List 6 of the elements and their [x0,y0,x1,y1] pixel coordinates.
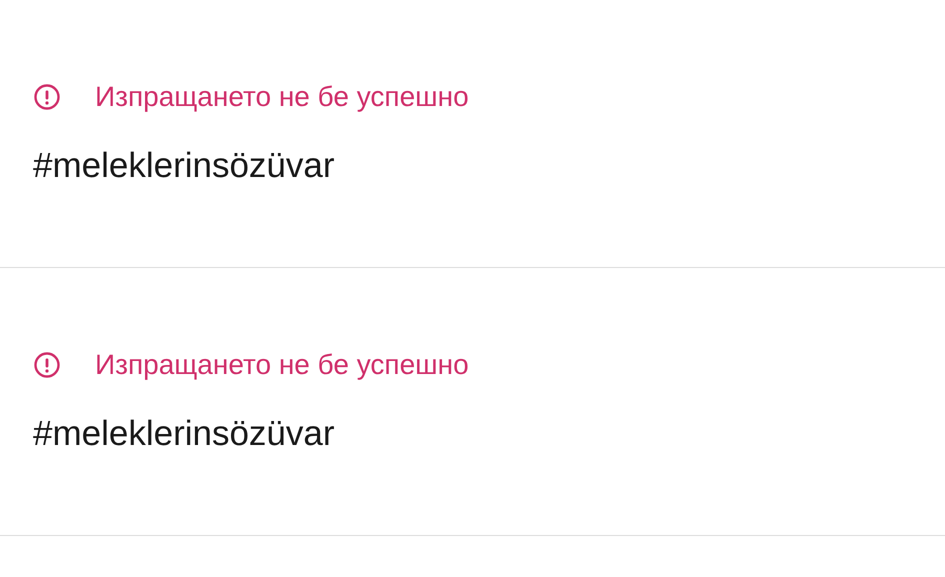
error-message: Изпращането не бе успешно [95,348,469,382]
message-text: #meleklerinsözüvar [33,145,335,187]
message-text: #meleklerinsözüvar [33,413,335,455]
error-icon [33,351,61,379]
error-icon [33,83,61,111]
error-message: Изпращането не бе успешно [95,80,469,114]
